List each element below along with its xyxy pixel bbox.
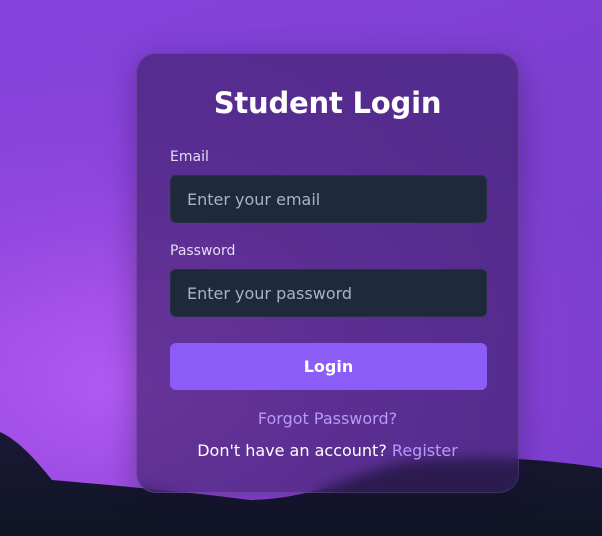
password-label: Password [170,243,236,259]
register-prompt: Don't have an account? Register [137,441,518,460]
email-field[interactable] [170,175,487,223]
register-prompt-text: Don't have an account? [197,441,387,460]
register-link[interactable]: Register [392,441,458,460]
page-background: Student Login Email Password Login Forgo… [0,0,602,536]
password-field[interactable] [170,269,487,317]
login-card: Student Login Email Password Login Forgo… [136,53,519,493]
login-button[interactable]: Login [170,343,487,390]
page-title: Student Login [213,86,442,120]
email-label: Email [170,149,209,165]
forgot-password-link[interactable]: Forgot Password? [137,409,518,428]
